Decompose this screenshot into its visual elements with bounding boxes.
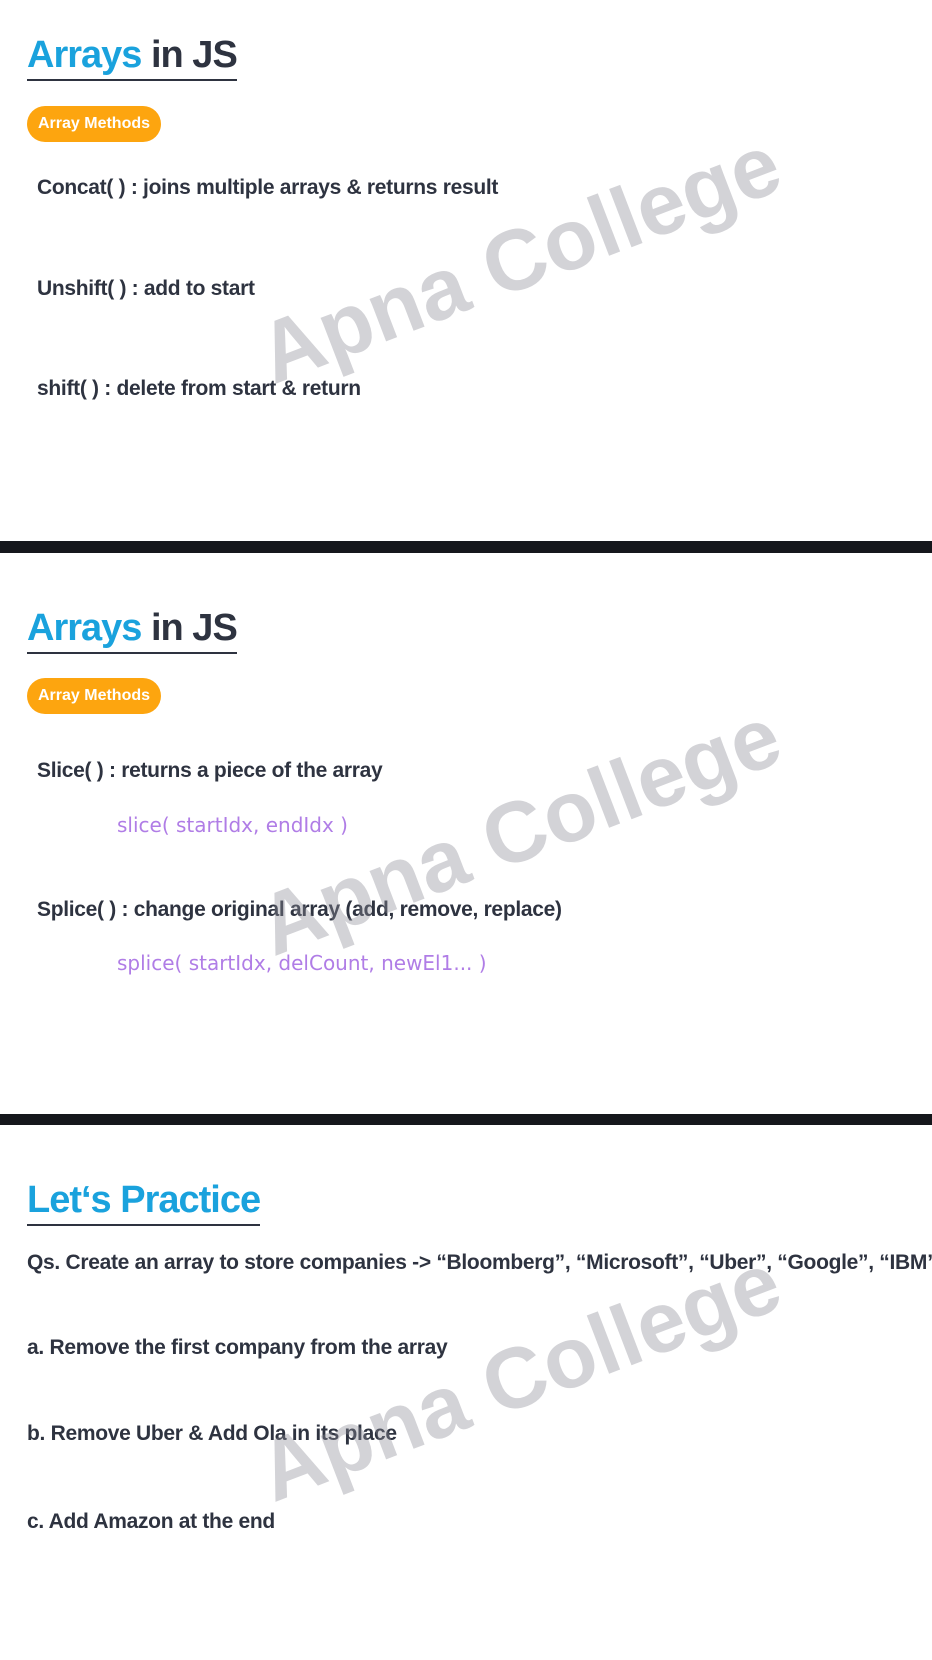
slide-title: Let‘s Practice <box>27 1178 261 1226</box>
concat-line: Concat( ) : joins multiple arrays & retu… <box>37 176 499 199</box>
watermark: Apna College <box>245 115 794 403</box>
slide-divider <box>0 541 932 553</box>
title-accent: Arrays <box>27 607 142 649</box>
slide-slice-splice: Arrays in JS Array Methods Slice( ) : re… <box>0 553 932 1114</box>
slide-divider <box>0 1114 932 1125</box>
title-rest: in JS <box>141 34 238 76</box>
slice-syntax: slice( startIdx, endIdx ) <box>117 813 348 837</box>
splice-line: Splice( ) : change original array (add, … <box>37 898 562 921</box>
slide-title: Arrays in JS <box>27 33 238 81</box>
task-a: a. Remove the first company from the arr… <box>27 1336 448 1359</box>
unshift-line: Unshift( ) : add to start <box>37 277 255 300</box>
task-b: b. Remove Uber & Add Ola in its place <box>27 1422 397 1445</box>
splice-syntax: splice( startIdx, delCount, newEl1... ) <box>117 951 487 975</box>
slide-concat-unshift-shift: Arrays in JS Array Methods Concat( ) : j… <box>0 0 932 541</box>
practice-question: Qs. Create an array to store companies -… <box>27 1251 932 1274</box>
array-methods-badge: Array Methods <box>27 678 162 714</box>
slice-line: Slice( ) : returns a piece of the array <box>37 759 383 782</box>
slide-title: Arrays in JS <box>27 606 238 654</box>
title-accent: Arrays <box>27 34 142 76</box>
title-rest: in JS <box>141 607 238 649</box>
title-accent: Let‘s Practice <box>27 1179 261 1221</box>
slide-lets-practice: Let‘s Practice Qs. Create an array to st… <box>0 1125 932 1660</box>
task-c: c. Add Amazon at the end <box>27 1510 275 1533</box>
array-methods-badge: Array Methods <box>27 106 162 142</box>
shift-line: shift( ) : delete from start & return <box>37 377 361 400</box>
watermark: Apna College <box>245 1233 794 1521</box>
